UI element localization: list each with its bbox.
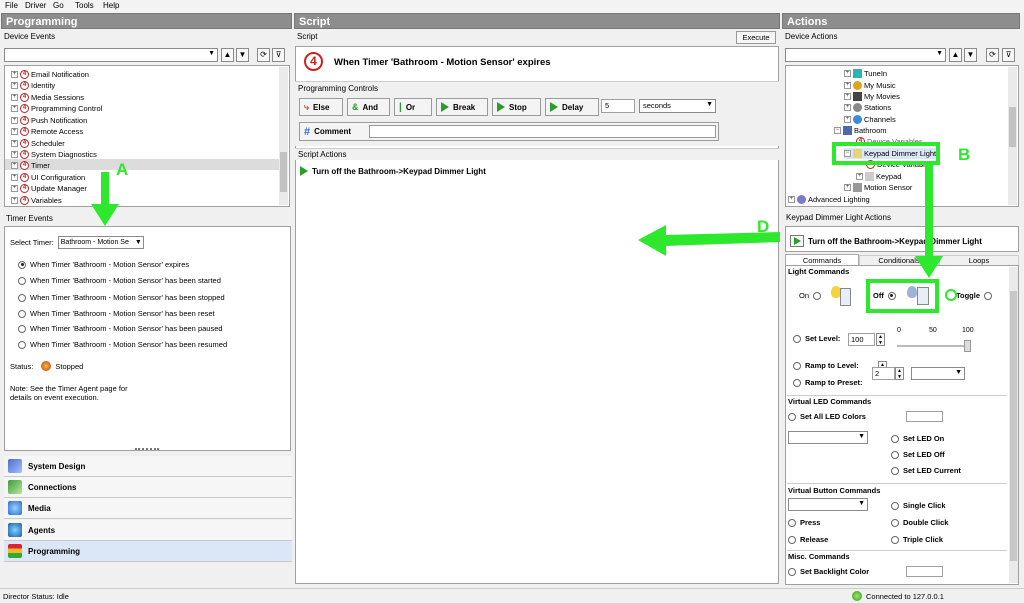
arrow-d-head [638,225,666,256]
annotation-arrows [91,164,943,278]
arrow-a-shaft [101,172,109,206]
arrow-a-head [91,204,119,226]
arrow-d-shaft [664,232,780,246]
arrow-b-head [915,256,943,278]
arrow-b-shaft [925,164,933,260]
